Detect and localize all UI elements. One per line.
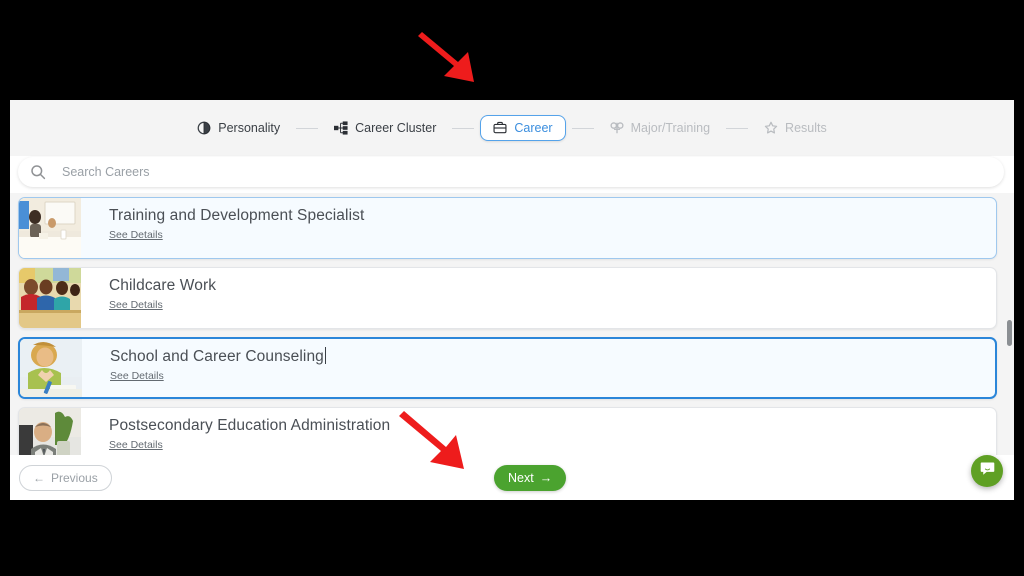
next-label: Next xyxy=(508,471,534,485)
career-title: Postsecondary Education Administration xyxy=(109,417,391,434)
children-classroom-photo xyxy=(19,268,81,328)
step-label: Results xyxy=(785,121,827,135)
list-scrollbar[interactable] xyxy=(1007,290,1012,455)
career-card-school-and-career-counseling[interactable]: School and Career Counseling See Details xyxy=(18,337,997,399)
career-card-body: Postsecondary Education Administration S… xyxy=(81,408,390,455)
text-caret xyxy=(324,347,326,364)
career-card-postsecondary-education-administration[interactable]: Postsecondary Education Administration S… xyxy=(18,407,997,455)
search-bar-container xyxy=(10,156,1014,188)
administrator-man-photo xyxy=(19,408,81,455)
search-icon xyxy=(30,164,46,180)
career-title: School and Career Counseling xyxy=(110,347,326,366)
see-details-link[interactable]: See Details xyxy=(109,439,163,451)
search-input[interactable] xyxy=(62,165,662,179)
scrollbar-thumb[interactable] xyxy=(1007,320,1012,346)
stepper-separator xyxy=(452,127,475,129)
progress-stepper: Personality Career Cluster Career Major/… xyxy=(10,100,1014,156)
wizard-footer: ← Previous Next → xyxy=(10,455,1014,500)
career-list[interactable]: Training and Development Specialist See … xyxy=(10,193,1014,455)
chat-bubble-icon xyxy=(979,460,996,482)
arrow-left-icon: ← xyxy=(33,470,45,485)
sitemap-icon xyxy=(334,121,348,135)
arrow-right-icon: → xyxy=(539,471,553,485)
stepper-separator xyxy=(296,127,319,129)
career-card-body: School and Career Counseling See Details xyxy=(82,339,326,397)
graduation-icon xyxy=(610,121,624,135)
step-label: Career xyxy=(514,121,553,135)
step-results[interactable]: Results xyxy=(754,117,837,139)
previous-button[interactable]: ← Previous xyxy=(19,464,112,491)
counselor-woman-photo xyxy=(20,339,82,397)
see-details-link[interactable]: See Details xyxy=(109,299,163,311)
career-title-text: School and Career Counseling xyxy=(110,348,324,365)
search-bar[interactable] xyxy=(18,157,1004,187)
stepper-separator xyxy=(571,127,594,129)
contrast-icon xyxy=(197,121,211,135)
career-title: Childcare Work xyxy=(109,277,217,294)
step-career-cluster[interactable]: Career Cluster xyxy=(324,117,446,139)
step-career[interactable]: Career xyxy=(480,115,566,141)
career-card-body: Childcare Work See Details xyxy=(81,268,216,328)
briefcase-icon xyxy=(493,121,507,135)
career-card-training-and-development-specialist[interactable]: Training and Development Specialist See … xyxy=(18,197,997,259)
previous-label: Previous xyxy=(51,470,98,485)
star-icon xyxy=(764,121,778,135)
step-major-training[interactable]: Major/Training xyxy=(600,117,720,139)
step-personality[interactable]: Personality xyxy=(187,117,290,139)
career-card-childcare-work[interactable]: Childcare Work See Details xyxy=(18,267,997,329)
arrow-pointing-to-career-tab xyxy=(412,28,516,94)
step-label: Personality xyxy=(218,121,281,135)
step-label: Major/Training xyxy=(630,121,711,135)
screen: Personality Career Cluster Career Major/… xyxy=(0,0,1024,576)
browser-page: Personality Career Cluster Career Major/… xyxy=(10,100,1014,500)
career-card-body: Training and Development Specialist See … xyxy=(81,198,364,258)
step-label: Career Cluster xyxy=(355,121,437,135)
chat-launcher-button[interactable] xyxy=(971,455,1003,487)
next-button[interactable]: Next → xyxy=(494,465,567,491)
see-details-link[interactable]: See Details xyxy=(110,370,164,382)
see-details-link[interactable]: See Details xyxy=(109,229,163,241)
career-title: Training and Development Specialist xyxy=(109,207,365,224)
training-room-photo xyxy=(19,198,81,258)
stepper-separator xyxy=(726,127,749,129)
